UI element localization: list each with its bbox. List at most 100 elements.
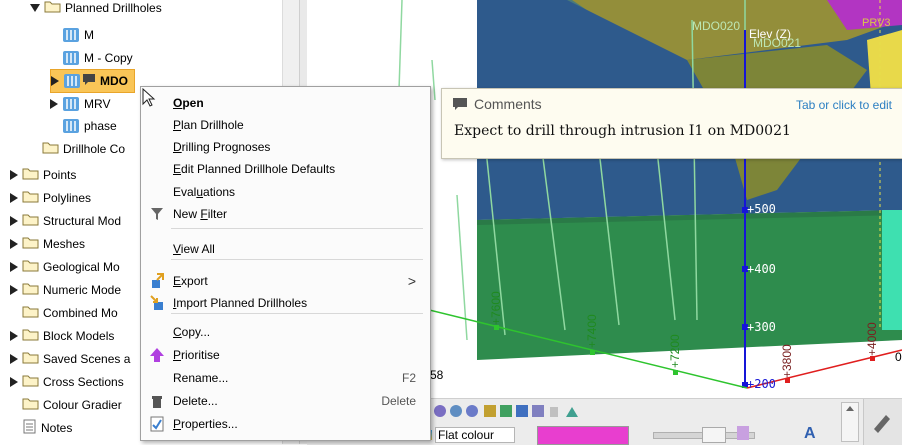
menu-item[interactable]: Copy... bbox=[141, 321, 430, 343]
menu-item[interactable]: Open bbox=[141, 92, 430, 114]
elevation-axis-label: Elev (Z) bbox=[749, 27, 791, 41]
expand-arrow-icon[interactable] bbox=[10, 377, 18, 387]
folder-icon bbox=[22, 213, 39, 229]
menu-item[interactable]: Evaluations bbox=[141, 181, 430, 203]
menu-item[interactable]: View All bbox=[141, 238, 430, 260]
folder-icon bbox=[44, 0, 61, 16]
expand-arrow-icon[interactable] bbox=[10, 193, 18, 203]
expand-arrow-icon[interactable] bbox=[10, 239, 18, 249]
side-tool-panel[interactable] bbox=[863, 399, 902, 445]
toolbar-scroll[interactable] bbox=[841, 402, 859, 442]
tree-item[interactable]: Structural Mod bbox=[10, 210, 121, 232]
elev-tick-label: +500 bbox=[747, 202, 776, 216]
comment-text[interactable]: Expect to drill through intrusion I1 on … bbox=[454, 123, 791, 139]
hole-label: MDO020 bbox=[692, 19, 741, 33]
text-label-icon[interactable]: A bbox=[804, 425, 816, 443]
expand-arrow-icon[interactable] bbox=[51, 76, 59, 86]
tree-item[interactable]: Polylines bbox=[10, 187, 91, 209]
tree-item-label: Points bbox=[43, 168, 77, 182]
tree-item[interactable]: Colour Gradier bbox=[10, 394, 122, 416]
menu-item[interactable]: Prioritise bbox=[141, 344, 430, 366]
tree-item[interactable]: MDO bbox=[50, 69, 135, 93]
notes-icon bbox=[22, 419, 37, 437]
menu-item[interactable]: Rename... F2 bbox=[141, 367, 430, 389]
colour-mode-select[interactable]: Flat colour ⌄ bbox=[422, 427, 516, 443]
tree-item-label: MRV bbox=[84, 97, 111, 111]
layer-toggle-icons[interactable] bbox=[432, 401, 602, 421]
tree-item[interactable]: phase bbox=[50, 115, 117, 137]
expand-arrow-icon[interactable] bbox=[10, 170, 18, 180]
expand-arrow-icon[interactable] bbox=[30, 4, 40, 12]
menu-item[interactable]: New Filter bbox=[141, 203, 430, 225]
pencil-icon[interactable] bbox=[868, 407, 898, 437]
folder-icon bbox=[22, 282, 39, 298]
expand-arrow-icon[interactable] bbox=[10, 216, 18, 226]
expand-arrow-icon[interactable] bbox=[50, 99, 58, 109]
partial-label: 58 bbox=[430, 368, 444, 382]
menu-item[interactable]: Properties... bbox=[141, 413, 430, 435]
menu-item-label: Evaluations bbox=[173, 185, 236, 199]
export-icon bbox=[149, 273, 165, 289]
menu-item-label: Import Planned Drillholes bbox=[173, 296, 308, 310]
comment-icon bbox=[453, 98, 467, 110]
menu-item-label: Export bbox=[173, 274, 208, 288]
folder-icon bbox=[22, 236, 39, 252]
tree-item[interactable]: Combined Mo bbox=[10, 302, 118, 324]
folder-icon bbox=[22, 259, 39, 275]
tree-item[interactable]: Numeric Mode bbox=[10, 279, 121, 301]
edit-hint-link[interactable]: Tab or click to edit bbox=[796, 98, 892, 112]
tree-item[interactable]: Points bbox=[10, 164, 76, 186]
tree-item[interactable]: Saved Scenes a bbox=[10, 348, 130, 370]
elev-tick-label: +300 bbox=[747, 320, 776, 334]
folder-icon bbox=[22, 328, 39, 344]
menu-item[interactable]: Import Planned Drillholes bbox=[141, 292, 430, 314]
chevron-up-icon bbox=[846, 406, 854, 411]
expand-arrow-icon[interactable] bbox=[10, 354, 18, 364]
menu-item-label: Properties... bbox=[173, 417, 238, 431]
lighting-icon[interactable] bbox=[737, 426, 749, 440]
menu-shortcut: F2 bbox=[401, 371, 416, 385]
folder-icon bbox=[22, 397, 39, 413]
slider-handle[interactable] bbox=[702, 427, 726, 443]
tree-item[interactable]: Meshes bbox=[10, 233, 85, 255]
y-tick-label: +4000 bbox=[865, 322, 879, 356]
menu-item-label: Delete... bbox=[173, 394, 218, 408]
drillhole-icon bbox=[63, 73, 96, 89]
tree-item[interactable]: Geological Mo bbox=[10, 256, 120, 278]
menu-item[interactable]: Delete... Delete bbox=[141, 390, 430, 412]
x-tick-label: +7200 bbox=[668, 334, 682, 368]
menu-item[interactable]: Edit Planned Drillhole Defaults bbox=[141, 158, 430, 180]
tree-item-label: Combined Mo bbox=[43, 306, 118, 320]
expand-arrow-icon[interactable] bbox=[10, 285, 18, 295]
tree-item[interactable]: Planned Drillholes bbox=[30, 0, 162, 19]
expand-arrow-icon[interactable] bbox=[10, 262, 18, 272]
tree-item[interactable]: M bbox=[50, 24, 94, 46]
tree-item[interactable]: Notes bbox=[10, 417, 72, 439]
tree-item[interactable]: Block Models bbox=[10, 325, 114, 347]
tree-item-label: M - Copy bbox=[84, 51, 133, 65]
layer-icons[interactable] bbox=[432, 401, 602, 421]
comments-balloon[interactable]: Comments Tab or click to edit Expect to … bbox=[441, 88, 902, 159]
menu-item[interactable]: Export > bbox=[141, 270, 430, 292]
tree-item-label: M bbox=[84, 28, 94, 42]
up-arrow-icon bbox=[149, 347, 165, 363]
tree-item[interactable]: MRV bbox=[50, 93, 110, 115]
tree-item[interactable]: Cross Sections bbox=[10, 371, 124, 393]
comments-header: Comments bbox=[452, 96, 542, 112]
tree-item[interactable]: M - Copy bbox=[50, 47, 133, 69]
expand-arrow-icon[interactable] bbox=[10, 331, 18, 341]
menu-item[interactable]: Drilling Prognoses bbox=[141, 136, 430, 158]
colour-swatch[interactable] bbox=[537, 426, 629, 445]
folder-icon bbox=[22, 190, 39, 206]
partial-label: 0 bbox=[895, 350, 902, 364]
tree-item[interactable]: Drillhole Co bbox=[30, 138, 125, 160]
colour-mode-value[interactable]: Flat colour bbox=[435, 427, 516, 443]
import-icon bbox=[149, 295, 165, 311]
mouse-cursor-icon bbox=[142, 88, 156, 107]
tree-item-label: Planned Drillholes bbox=[65, 1, 162, 15]
aqua-volume bbox=[882, 210, 902, 330]
menu-item[interactable]: Plan Drillhole bbox=[141, 114, 430, 136]
folder-icon bbox=[22, 305, 39, 321]
tree-item-label: Geological Mo bbox=[43, 260, 120, 274]
tree-item-label: Notes bbox=[41, 421, 73, 435]
